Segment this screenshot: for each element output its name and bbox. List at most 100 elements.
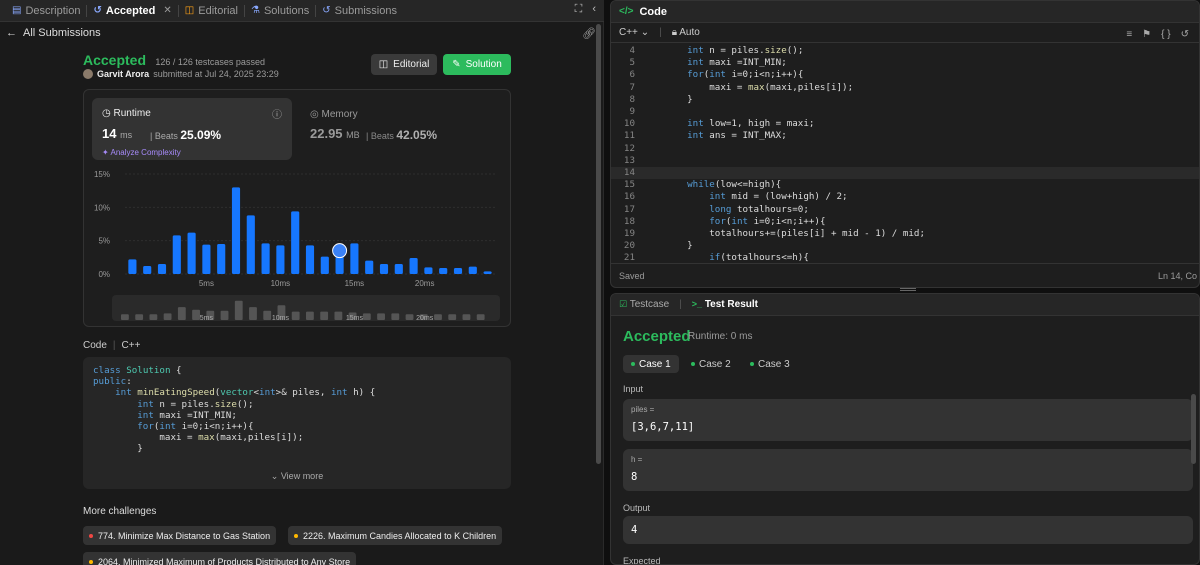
tab-testcase[interactable]: ☑ Testcase xyxy=(619,299,669,310)
difficulty-dot xyxy=(89,559,93,564)
code-line[interactable]: 11 int ans = INT_MAX; xyxy=(611,130,1199,142)
tab-editorial[interactable]: ◫ Editorial xyxy=(179,0,244,22)
code-line[interactable]: 19 totalhours+=(piles[i] + mid - 1) / mi… xyxy=(611,228,1199,240)
link-icon[interactable]: 🔗︎ xyxy=(582,27,596,40)
chart-bar xyxy=(261,243,270,274)
sparkle-icon: ✦ xyxy=(102,148,109,157)
challenge-chip[interactable]: 2226. Maximum Candies Allocated to K Chi… xyxy=(288,526,503,545)
language-select[interactable]: C++ ⌄ xyxy=(619,27,649,38)
code-line[interactable]: 10 int low=1, high = maxi; xyxy=(611,118,1199,130)
mini-bar xyxy=(291,311,300,320)
braces-icon[interactable]: { } xyxy=(1161,29,1170,40)
output-label: Output xyxy=(623,503,651,513)
expand-icon[interactable]: ⛶ xyxy=(575,3,583,16)
chart-bar xyxy=(291,211,300,274)
code-line[interactable]: 8 } xyxy=(611,93,1199,106)
mini-bar xyxy=(220,310,229,320)
chart-bar xyxy=(320,256,329,274)
all-submissions-link[interactable]: All Submissions xyxy=(23,27,101,39)
back-arrow-icon[interactable]: ← xyxy=(6,27,17,39)
code-line[interactable]: 13 xyxy=(611,155,1199,167)
editor-header: </> Code xyxy=(611,1,1199,23)
runtime-value: 14 ms xyxy=(102,126,133,141)
code-line[interactable]: 5 int maxi =INT_MIN; xyxy=(611,57,1199,69)
code-preview-text: class Solution { public: int minEatingSp… xyxy=(93,365,376,455)
memory-icon: ◎ xyxy=(310,109,319,120)
format-icon[interactable]: ≡ xyxy=(1126,29,1132,40)
case-tab[interactable]: Case 1 xyxy=(623,355,679,373)
author-name[interactable]: Garvit Arora xyxy=(97,69,149,79)
memory-label: ◎ Memory xyxy=(310,109,358,120)
tab-submissions[interactable]: ↺ Submissions xyxy=(316,0,403,22)
bookmark-icon[interactable]: ⚑ xyxy=(1142,29,1151,40)
runtime-box[interactable]: ◷ Runtime ⓘ 14 ms | Beats 25.09% ✦ Analy… xyxy=(92,98,292,160)
close-icon[interactable]: ✕ xyxy=(163,5,171,16)
line-number: 12 xyxy=(623,142,635,154)
code-line[interactable]: 15 while(low<=high){ xyxy=(611,179,1199,191)
collapse-icon[interactable]: ‹ xyxy=(592,3,596,16)
tab-solutions[interactable]: ⚗ Solutions xyxy=(245,0,315,22)
document-icon: ▤ xyxy=(12,5,22,16)
x-tick-label: 20ms xyxy=(415,279,435,288)
chevron-down-icon: ⌄ xyxy=(270,471,279,481)
code-line[interactable]: 6 for(int i=0;i<n;i++){ xyxy=(611,69,1199,81)
memory-box[interactable]: ◎ Memory 22.95 MB | Beats 42.05% xyxy=(310,106,500,156)
chart-bar xyxy=(379,264,389,274)
code-line[interactable]: 16 int mid = (low+high) / 2; xyxy=(611,191,1199,203)
code-preview: class Solution { public: int minEatingSp… xyxy=(83,357,511,489)
code-line[interactable]: 20 } xyxy=(611,240,1199,252)
editorial-button[interactable]: ◫ Editorial xyxy=(371,54,437,75)
chart-bar xyxy=(453,268,463,274)
line-number: 18 xyxy=(623,215,635,227)
line-number: 11 xyxy=(623,130,635,142)
solution-button[interactable]: ✎ Solution xyxy=(443,54,511,75)
code-line[interactable]: 18 for(int i=0;i<n;i++){ xyxy=(611,215,1199,228)
mini-x-tick-label: 15ms xyxy=(346,315,364,322)
auto-mode[interactable]: 🔒︎ Auto xyxy=(672,27,700,38)
mini-bar xyxy=(405,314,414,320)
code-line[interactable]: 12 xyxy=(611,142,1199,155)
line-text: long totalhours=0; xyxy=(709,203,809,215)
analyze-complexity-link[interactable]: ✦ Analyze Complexity xyxy=(102,148,181,157)
line-number: 8 xyxy=(629,93,635,105)
case-tab[interactable]: Case 3 xyxy=(742,355,798,373)
chart-bar xyxy=(246,215,255,274)
code-line[interactable]: 4 int n = piles.size(); xyxy=(611,45,1199,57)
mini-bar xyxy=(448,314,457,320)
code-section-label: Code | C++ xyxy=(83,340,141,351)
mini-bar xyxy=(362,313,371,320)
flask-icon: ⚗ xyxy=(251,5,260,16)
scrollbar[interactable] xyxy=(1191,394,1196,464)
editor-code-area[interactable]: 4 int n = piles.size(); 5 int maxi =INT_M… xyxy=(611,45,1199,263)
tab-accepted[interactable]: ↺ Accepted ✕ xyxy=(87,0,177,22)
challenge-chip[interactable]: 774. Minimize Max Distance to Gas Statio… xyxy=(83,526,277,545)
code-line[interactable]: 21 if(totalhours<=h){ xyxy=(611,252,1199,263)
scrollbar[interactable] xyxy=(596,24,601,464)
resize-handle[interactable] xyxy=(900,288,916,291)
save-status: Saved xyxy=(619,270,645,281)
mini-x-tick-label: 20ms xyxy=(416,315,434,322)
mini-bar xyxy=(320,311,329,320)
tab-test-result[interactable]: >_ Test Result xyxy=(692,299,758,310)
code-editor: </> Code C++ ⌄ | 🔒︎ Auto ≡ ⚑ { } ↺ 4 int… xyxy=(610,0,1200,288)
code-line[interactable]: 9 xyxy=(611,106,1199,118)
code-line[interactable]: 7 maxi = max(maxi,piles[i]); xyxy=(611,82,1199,94)
view-more-button[interactable]: ⌄ View more xyxy=(83,471,511,482)
code-line[interactable]: 14 xyxy=(611,167,1199,180)
code-line[interactable]: 17 long totalhours=0; xyxy=(611,203,1199,216)
line-text: } xyxy=(665,93,693,105)
line-text: int low=1, high = maxi; xyxy=(687,118,815,130)
y-tick-label: 10% xyxy=(94,203,110,212)
challenge-chip[interactable]: 2064. Minimized Maximum of Products Dist… xyxy=(83,552,357,565)
input-piles: piles = [3,6,7,11] xyxy=(623,399,1193,441)
chevron-down-icon: ⌄ xyxy=(640,27,650,38)
info-icon[interactable]: ⓘ xyxy=(272,106,282,121)
pass-dot xyxy=(750,362,754,366)
reset-icon[interactable]: ↺ xyxy=(1181,29,1189,40)
line-number: 20 xyxy=(623,240,635,252)
case-tab[interactable]: Case 2 xyxy=(683,355,739,373)
tab-description[interactable]: ▤ Description xyxy=(6,0,86,22)
code-icon: </> xyxy=(619,6,634,17)
line-number: 9 xyxy=(629,106,635,117)
avatar[interactable] xyxy=(83,69,93,79)
